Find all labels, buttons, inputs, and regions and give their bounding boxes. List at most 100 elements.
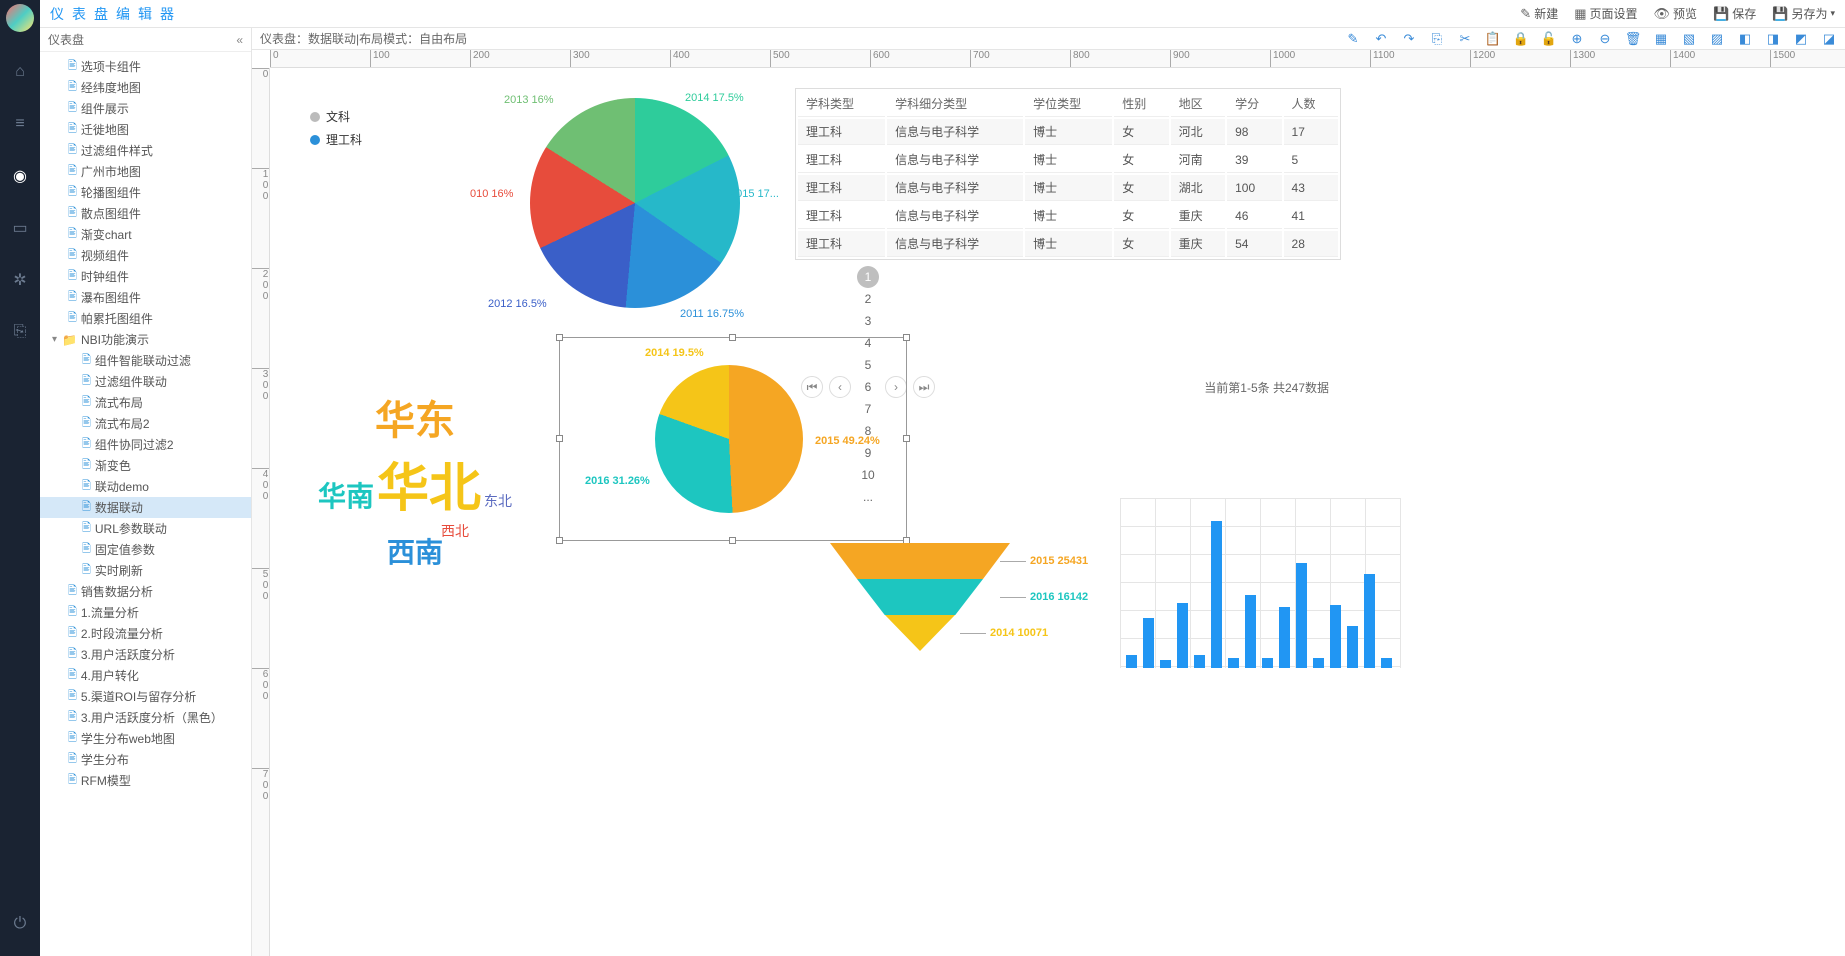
tree-item[interactable]: 🖹广州市地图 — [40, 161, 251, 182]
tree-item[interactable]: 🖹轮播图组件 — [40, 182, 251, 203]
tree-item[interactable]: 🖹视频组件 — [40, 245, 251, 266]
tree-item[interactable]: 🖹组件协同过滤2 — [40, 434, 251, 455]
tool-unlock-icon[interactable]: 🔓 — [1541, 31, 1557, 47]
tree-item[interactable]: 🖹组件展示 — [40, 98, 251, 119]
table-row[interactable]: 理工科信息与电子科学博士女湖北10043 — [798, 175, 1338, 201]
wordcloud-widget[interactable]: 华东 华南 华北 东北 西北 西南 — [300, 388, 530, 571]
tool-layer1-icon[interactable]: ▧ — [1681, 31, 1697, 47]
tree-item[interactable]: 🖹渐变色 — [40, 455, 251, 476]
pager-page[interactable]: 3 — [857, 310, 879, 332]
settings-icon[interactable]: ✲ — [0, 260, 40, 300]
canvas[interactable]: 文科 理工科 2014 17.5% 2015 17... 2011 16.75%… — [270, 68, 1845, 956]
tree-folder[interactable]: ▾📁NBI功能演示 — [40, 329, 251, 350]
resize-handle[interactable] — [556, 537, 563, 544]
tool-paste-icon[interactable]: 📋 — [1485, 31, 1501, 47]
file-icon: 🖹 — [82, 540, 91, 559]
bar — [1126, 655, 1137, 668]
tree-item[interactable]: 🖹联动demo — [40, 476, 251, 497]
tree-item[interactable]: 🖹销售数据分析 — [40, 581, 251, 602]
tree-item[interactable]: 🖹帕累托图组件 — [40, 308, 251, 329]
home-icon[interactable]: ⌂ — [0, 52, 40, 92]
pie-chart-1[interactable]: 2014 17.5% 2015 17... 2011 16.75% 2012 1… — [530, 98, 740, 308]
resize-handle[interactable] — [729, 537, 736, 544]
tree-item[interactable]: 🖹散点图组件 — [40, 203, 251, 224]
tree-item[interactable]: 🖹学生分布web地图 — [40, 728, 251, 749]
table-row[interactable]: 理工科信息与电子科学博士女河南395 — [798, 147, 1338, 173]
bar — [1228, 658, 1239, 669]
tree-item[interactable]: 🖹经纬度地图 — [40, 77, 251, 98]
tree-item[interactable]: 🖹固定值参数 — [40, 539, 251, 560]
bar-chart[interactable] — [1120, 498, 1400, 668]
tree-body[interactable]: 🖹选项卡组件🖹经纬度地图🖹组件展示🖹迁徙地图🖹过滤组件样式🖹广州市地图🖹轮播图组… — [40, 52, 251, 956]
tree-item[interactable]: 🖹RFM模型 — [40, 770, 251, 791]
tree-item[interactable]: 🖹组件智能联动过滤 — [40, 350, 251, 371]
tree-item[interactable]: 🖹选项卡组件 — [40, 56, 251, 77]
table-row[interactable]: 理工科信息与电子科学博士女重庆4641 — [798, 203, 1338, 229]
tool-zoom-in-icon[interactable]: ⊕ — [1569, 31, 1585, 47]
file-icon: 🖹 — [68, 267, 77, 286]
pager-page[interactable]: 1 — [857, 266, 879, 288]
preview-button[interactable]: 👁预览 — [1654, 5, 1698, 22]
tree-item[interactable]: 🖹URL参数联动 — [40, 518, 251, 539]
pie-chart-2[interactable]: 2015 49.24% 2016 31.26% 2014 19.5% — [560, 338, 906, 540]
file-icon: 🖹 — [82, 393, 91, 412]
tree-item[interactable]: 🖹数据联动 — [40, 497, 251, 518]
tree-item[interactable]: 🖹学生分布 — [40, 749, 251, 770]
funnel-chart[interactable]: 2015 25431 2016 16142 2014 10071 — [800, 543, 1040, 673]
new-button[interactable]: ✎新建 — [1520, 5, 1558, 22]
dashboard-icon[interactable]: ◉ — [0, 156, 40, 196]
tool-align2-icon[interactable]: ◨ — [1765, 31, 1781, 47]
tree-item[interactable]: 🖹实时刷新 — [40, 560, 251, 581]
tree-item[interactable]: 🖹渐变chart — [40, 224, 251, 245]
resize-handle[interactable] — [903, 334, 910, 341]
tool-delete-icon[interactable]: 🗑 — [1625, 31, 1641, 47]
collapse-icon[interactable]: « — [236, 33, 243, 47]
tree-item[interactable]: 🖹迁徙地图 — [40, 119, 251, 140]
table-row[interactable]: 理工科信息与电子科学博士女河北9817 — [798, 119, 1338, 145]
tool-zoom-out-icon[interactable]: ⊖ — [1597, 31, 1613, 47]
tool-edit-icon[interactable]: ✎ — [1345, 31, 1361, 47]
resize-handle[interactable] — [556, 334, 563, 341]
power-icon[interactable]: ⏻ — [0, 904, 40, 944]
legend-item[interactable]: 理工科 — [310, 131, 362, 148]
tree-item[interactable]: 🖹4.用户转化 — [40, 665, 251, 686]
tree-item[interactable]: 🖹2.时段流量分析 — [40, 623, 251, 644]
pager-last-icon[interactable]: ⏭ — [913, 376, 935, 398]
tree-item[interactable]: 🖹1.流量分析 — [40, 602, 251, 623]
pager-page[interactable]: 2 — [857, 288, 879, 310]
tree-item[interactable]: 🖹5.渠道ROI与留存分析 — [40, 686, 251, 707]
tree-item[interactable]: 🖹流式布局2 — [40, 413, 251, 434]
tool-layer2-icon[interactable]: ▨ — [1709, 31, 1725, 47]
tool-grid-icon[interactable]: ▦ — [1653, 31, 1669, 47]
export-icon[interactable]: ⎘ — [0, 312, 40, 352]
legend-widget[interactable]: 文科 理工科 — [310, 108, 362, 154]
resize-handle[interactable] — [556, 435, 563, 442]
tree-item[interactable]: 🖹3.用户活跃度分析 — [40, 644, 251, 665]
chevron-down-icon: ▾ — [1830, 8, 1835, 19]
file-icon: 🖹 — [68, 204, 77, 223]
tool-copy-icon[interactable]: ⎘ — [1429, 31, 1445, 47]
save-button[interactable]: 💾保存 — [1713, 5, 1756, 22]
save-as-button[interactable]: 💾另存为▾ — [1772, 5, 1835, 22]
tree-item[interactable]: 🖹时钟组件 — [40, 266, 251, 287]
resize-handle[interactable] — [729, 334, 736, 341]
tree-item[interactable]: 🖹流式布局 — [40, 392, 251, 413]
tree-item[interactable]: 🖹过滤组件联动 — [40, 371, 251, 392]
tree-item[interactable]: 🖹瀑布图组件 — [40, 287, 251, 308]
tree-item[interactable]: 🖹3.用户活跃度分析（黑色） — [40, 707, 251, 728]
caret-down-icon: ▾ — [52, 334, 62, 345]
tool-redo-icon[interactable]: ↷ — [1401, 31, 1417, 47]
page-setup-button[interactable]: ▦页面设置 — [1574, 5, 1637, 22]
legend-item[interactable]: 文科 — [310, 108, 362, 125]
database-icon[interactable]: ≡ — [0, 104, 40, 144]
tool-align1-icon[interactable]: ◧ — [1737, 31, 1753, 47]
tool-cut-icon[interactable]: ✂ — [1457, 31, 1473, 47]
tool-align3-icon[interactable]: ◩ — [1793, 31, 1809, 47]
tool-undo-icon[interactable]: ↶ — [1373, 31, 1389, 47]
table-row[interactable]: 理工科信息与电子科学博士女重庆5428 — [798, 231, 1338, 257]
tree-item[interactable]: 🖹过滤组件样式 — [40, 140, 251, 161]
tool-lock-icon[interactable]: 🔒 — [1513, 31, 1529, 47]
tool-align4-icon[interactable]: ◪ — [1821, 31, 1837, 47]
screen-icon[interactable]: ▭ — [0, 208, 40, 248]
resize-handle[interactable] — [903, 435, 910, 442]
